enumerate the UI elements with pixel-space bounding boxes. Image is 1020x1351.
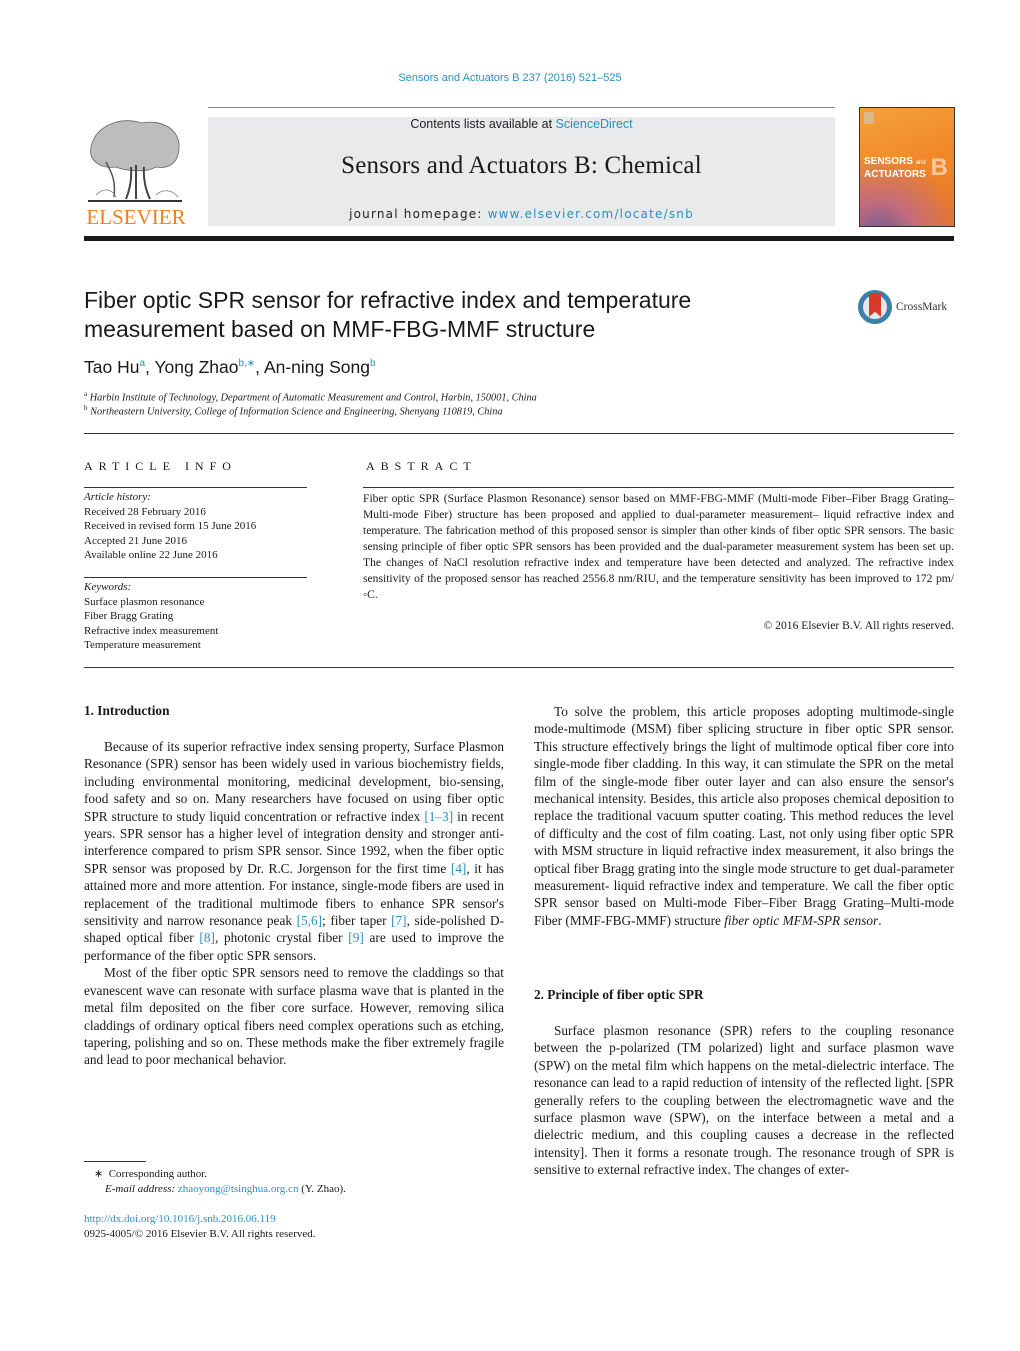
body-column-left: Because of its superior refractive index… (84, 738, 504, 1069)
homepage-prefix: journal homepage: (349, 207, 488, 221)
paragraph: To solve the problem, this article propo… (534, 704, 954, 928)
article-title-line-1: Fiber optic SPR sensor for refractive in… (84, 287, 692, 313)
keyword-item[interactable]: Refractive index measurement (84, 624, 218, 639)
abstract-text: Fiber optic SPR (Surface Plasmon Resonan… (363, 492, 954, 601)
header-rule (208, 107, 835, 108)
history-item: Accepted 21 June 2016 (84, 534, 187, 547)
author-name[interactable]: Tao Hu (84, 357, 139, 377)
sciencedirect-link[interactable]: ScienceDirect (556, 117, 633, 131)
keyword-item[interactable]: Fiber Bragg Grating (84, 609, 218, 624)
affiliation: a Harbin Institute of Technology, Depart… (84, 390, 537, 404)
author-affiliation-link[interactable]: b,∗ (238, 358, 255, 369)
history-item: Received in revised form 15 June 2016 (84, 520, 257, 532)
section-heading-introduction: 1. Introduction (84, 703, 170, 718)
section-rule (84, 433, 954, 434)
paragraph: Surface plasmon resonance (SPR) refers t… (534, 1023, 954, 1178)
article-title: Fiber optic SPR sensor for refractive in… (84, 286, 804, 344)
affiliation: b Northeastern University, College of In… (84, 404, 503, 418)
citation-link[interactable]: [5,6] (297, 913, 322, 928)
body-column-right-section-2: Surface plasmon resonance (SPR) refers t… (534, 1022, 954, 1179)
contents-prefix: Contents lists available at (410, 117, 556, 131)
paragraph: Because of its superior refractive index… (84, 739, 504, 963)
article-title-line-2: measurement based on MMF-FBG-MMF structu… (84, 316, 596, 342)
crossmark-icon (858, 290, 892, 324)
crossmark-button[interactable]: CrossMark (858, 290, 958, 330)
citation-link[interactable]: [9] (348, 930, 364, 945)
footnote: ∗ Corresponding author. E-mail address: … (94, 1168, 346, 1195)
elsevier-logo[interactable]: ELSEVIER (84, 117, 188, 229)
email-link[interactable]: zhaoyong@tsinghua.org.cn (178, 1183, 299, 1195)
journal-title: Sensors and Actuators B: Chemical (341, 152, 702, 179)
cover-title: SENSORS and ACTUATORS (864, 156, 926, 180)
article-info-heading: ARTICLE INFO (84, 459, 237, 473)
body-column-right: To solve the problem, this article propo… (534, 703, 954, 929)
keyword-item[interactable]: Temperature measurement (84, 638, 218, 653)
abstract-rule (363, 487, 954, 488)
section-heading-principle: 2. Principle of fiber optic SPR (534, 987, 704, 1002)
history-item: Received 28 February 2016 (84, 505, 206, 518)
author-affiliation-link[interactable]: b (370, 358, 376, 369)
author-list: Tao Hua, Yong Zhaob,∗, An-ning Songb (84, 357, 376, 377)
cover-letter: B (930, 154, 948, 181)
journal-homepage-line: journal homepage: www.elsevier.com/locat… (208, 207, 835, 221)
author-affiliation-link[interactable]: a (139, 358, 145, 369)
citation-link[interactable]: [4] (451, 861, 467, 876)
keyword-item[interactable]: Surface plasmon resonance (84, 595, 218, 610)
journal-homepage-link[interactable]: www.elsevier.com/locate/snb (488, 207, 694, 221)
section-rule (84, 667, 954, 668)
keywords: Keywords: Surface plasmon resonance Fibe… (84, 580, 218, 653)
cover-publisher-icon (864, 112, 874, 124)
contents-line: Contents lists available at ScienceDirec… (208, 117, 835, 131)
citation-link[interactable]: [1–3] (424, 809, 453, 824)
keywords-label: Keywords: (84, 581, 132, 593)
author-name[interactable]: An-ning Song (264, 357, 370, 377)
journal-citation-link[interactable]: Sensors and Actuators B 237 (2016) 521–5… (0, 72, 1020, 84)
paragraph: Most of the fiber optic SPR sensors need… (84, 965, 504, 1068)
masthead-thick-rule (84, 236, 954, 241)
elsevier-wordmark: ELSEVIER (86, 205, 186, 229)
article-info-rule (84, 487, 307, 488)
journal-cover-thumbnail[interactable]: SENSORS and ACTUATORS B (859, 107, 955, 227)
history-item: Available online 22 June 2016 (84, 549, 218, 561)
journal-masthead: Contents lists available at ScienceDirec… (208, 117, 835, 226)
abstract-copyright: © 2016 Elsevier B.V. All rights reserved… (763, 619, 954, 632)
elsevier-tree-icon (88, 120, 182, 202)
article-history: Article history: Received 28 February 20… (84, 490, 256, 563)
citation-link[interactable]: [8] (199, 930, 215, 945)
issn-copyright: 0925-4005/© 2016 Elsevier B.V. All right… (84, 1228, 316, 1240)
keywords-rule (84, 577, 307, 578)
doi-link[interactable]: http://dx.doi.org/10.1016/j.snb.2016.06.… (84, 1212, 316, 1227)
doi-block: http://dx.doi.org/10.1016/j.snb.2016.06.… (84, 1212, 316, 1242)
citation-link[interactable]: [7] (391, 913, 407, 928)
abstract-heading: ABSTRACT (366, 459, 477, 473)
footnote-rule (84, 1161, 146, 1162)
article-history-label: Article history: (84, 491, 151, 503)
author-name[interactable]: Yong Zhao (154, 357, 238, 377)
crossmark-label: CrossMark (896, 301, 948, 313)
